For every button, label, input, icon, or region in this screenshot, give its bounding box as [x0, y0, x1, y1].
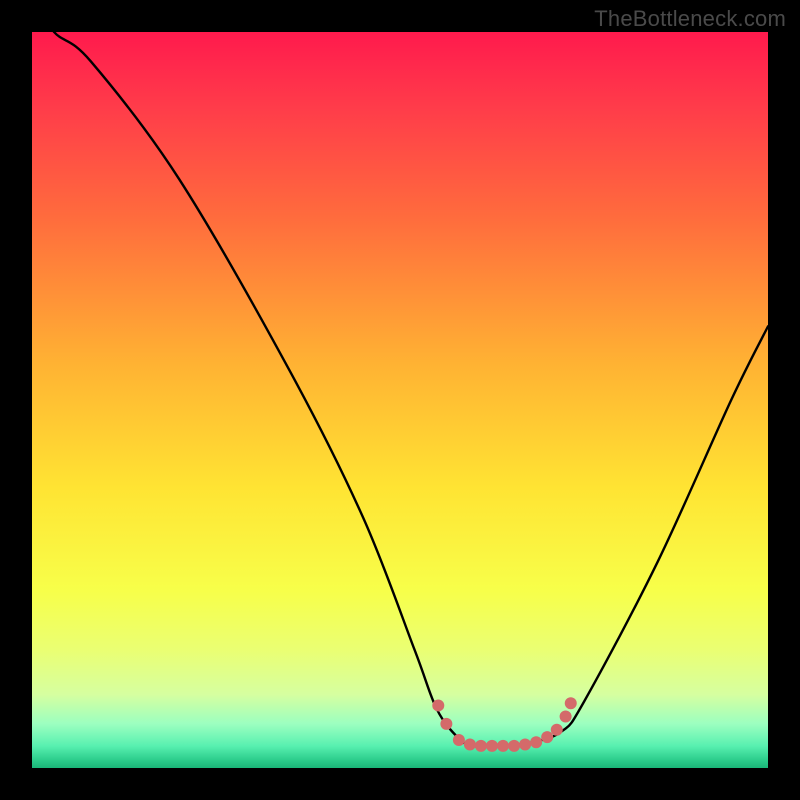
curve-marker: [530, 736, 542, 748]
curve-marker: [551, 724, 563, 736]
curve-marker: [486, 740, 498, 752]
curve-marker: [560, 710, 572, 722]
curve-marker: [440, 718, 452, 730]
watermark-text: TheBottleneck.com: [594, 6, 786, 32]
curve-marker: [432, 699, 444, 711]
chart-frame: TheBottleneck.com: [0, 0, 800, 800]
curve-marker: [453, 734, 465, 746]
curve-markers: [432, 697, 576, 752]
curve-marker: [475, 740, 487, 752]
chart-svg: [32, 32, 768, 768]
curve-marker: [464, 738, 476, 750]
chart-plot-area: [32, 32, 768, 768]
bottleneck-curve: [32, 0, 768, 747]
curve-marker: [519, 738, 531, 750]
curve-marker: [497, 740, 509, 752]
curve-marker: [541, 731, 553, 743]
curve-marker: [508, 740, 520, 752]
curve-marker: [565, 697, 577, 709]
